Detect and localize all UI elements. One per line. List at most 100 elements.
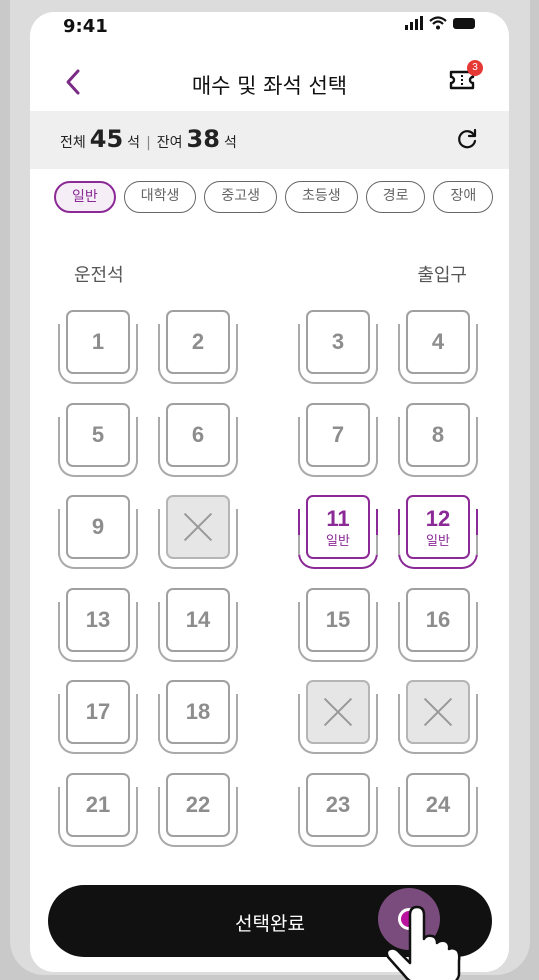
seat-cushion: 14 (166, 587, 230, 652)
seat-15[interactable]: 15 (298, 587, 378, 663)
driver-seat-label: 운전석 (74, 265, 124, 286)
seat-cushion: 6 (166, 402, 230, 467)
total-value: 45 (89, 125, 124, 153)
battery-icon (453, 17, 475, 29)
seat-cushion: 16 (406, 587, 470, 652)
seat-number: 17 (85, 699, 111, 724)
seat-13[interactable]: 13 (58, 587, 138, 663)
seat-20 (398, 680, 478, 755)
seat-cushion: 21 (66, 772, 130, 837)
seat-8[interactable]: 8 (398, 402, 478, 478)
seat-number: 23 (325, 791, 351, 817)
seat-cushion: 18 (166, 680, 230, 744)
entrance-label: 출입구 (417, 265, 467, 286)
seat-number: 2 (191, 329, 205, 354)
signal-icon (405, 16, 423, 30)
seat-cushion: 17 (66, 680, 130, 744)
seat-7[interactable]: 7 (298, 402, 378, 478)
seat-21[interactable]: 21 (58, 772, 138, 848)
seat-9[interactable]: 9 (58, 495, 138, 570)
seat-2[interactable]: 2 (158, 310, 238, 385)
seat-number: 7 (331, 421, 345, 447)
seat-number: 6 (191, 421, 205, 447)
seat-6[interactable]: 6 (158, 402, 238, 478)
remaining-unit: 석 (223, 135, 237, 151)
seat-23[interactable]: 23 (298, 772, 378, 848)
seat-number: 15 (325, 606, 351, 632)
passenger-type-chips: 일반 대학생 중고생 초등생 경로 장애 (54, 181, 509, 215)
seat-cushion: 11 일반 (306, 495, 370, 559)
seat-number: 14 (185, 606, 211, 632)
seat-number: 4 (431, 329, 445, 354)
seat-number: 24 (425, 791, 451, 817)
seat-cushion: 22 (166, 772, 230, 837)
seat-number: 22 (185, 791, 211, 817)
seat-number: 16 (425, 606, 451, 632)
remaining-value: 38 (186, 125, 220, 153)
seat-11[interactable]: 11 일반 (298, 495, 378, 570)
chip-elementary[interactable]: 초등생 (285, 181, 358, 213)
seat-type-label: 일반 (426, 533, 450, 549)
unavailable-x-icon (423, 697, 453, 727)
seat-18[interactable]: 18 (158, 680, 238, 755)
status-bar: 9:41 (30, 12, 509, 40)
seat-number: 12 (425, 505, 451, 531)
seat-number: 21 (85, 791, 111, 817)
seat-cushion: 2 (166, 310, 230, 374)
seat-12[interactable]: 12 일반 (398, 495, 478, 570)
total-unit: 석 (127, 135, 141, 151)
header: 매수 및 좌석 선택 3 (30, 52, 509, 112)
seat-5[interactable]: 5 (58, 402, 138, 478)
status-time: 9:41 (63, 16, 108, 37)
seat-cushion: 15 (306, 587, 370, 652)
wifi-icon (429, 16, 447, 30)
app-screen: 9:41 매수 및 좌석 선택 3 전체 45 석 | 잔여 38 석 일반 대… (30, 12, 509, 972)
unavailable-x-icon (323, 697, 353, 727)
seat-cushion: 1 (66, 310, 130, 374)
seat-number: 5 (91, 421, 105, 447)
seat-cushion: 13 (66, 587, 130, 652)
seat-cushion: 9 (66, 495, 130, 559)
seat-cushion: 4 (406, 310, 470, 374)
seat-14[interactable]: 14 (158, 587, 238, 663)
cart-count-badge: 3 (467, 60, 483, 76)
chip-general[interactable]: 일반 (54, 181, 116, 213)
seat-summary-bar: 전체 45 석 | 잔여 38 석 (30, 111, 509, 169)
pointer-hand-icon (385, 905, 461, 980)
seat-3[interactable]: 3 (298, 310, 378, 385)
seat-24[interactable]: 24 (398, 772, 478, 848)
seat-cushion (406, 680, 470, 744)
seat-1[interactable]: 1 (58, 310, 138, 385)
seat-cushion (166, 495, 230, 559)
seat-16[interactable]: 16 (398, 587, 478, 663)
refresh-button[interactable] (455, 127, 479, 151)
seat-cushion: 24 (406, 772, 470, 837)
refresh-icon (458, 128, 477, 149)
seat-number: 18 (185, 699, 211, 724)
summary-separator: | (146, 135, 151, 151)
seat-number: 13 (85, 606, 111, 632)
seat-cushion (306, 680, 370, 744)
seat-cushion: 5 (66, 402, 130, 467)
seat-cushion: 12 일반 (406, 495, 470, 559)
seat-number: 11 (326, 505, 350, 531)
seat-number: 1 (91, 329, 105, 354)
seat-number: 9 (91, 514, 105, 539)
seat-cushion: 23 (306, 772, 370, 837)
seat-cushion: 7 (306, 402, 370, 467)
status-icons (405, 16, 475, 30)
seat-cushion: 8 (406, 402, 470, 467)
chip-secondary[interactable]: 중고생 (204, 181, 278, 213)
seat-number: 8 (431, 421, 445, 447)
seat-type-label: 일반 (326, 533, 350, 549)
chip-senior[interactable]: 경로 (365, 181, 426, 213)
seat-10 (158, 495, 238, 570)
chip-disabled[interactable]: 장애 (433, 181, 494, 213)
total-label: 전체 (60, 135, 86, 151)
seat-4[interactable]: 4 (398, 310, 478, 385)
seat-22[interactable]: 22 (158, 772, 238, 848)
seat-cushion: 3 (306, 310, 370, 374)
ticket-cart-button[interactable]: 3 (449, 60, 483, 92)
seat-17[interactable]: 17 (58, 680, 138, 755)
chip-university[interactable]: 대학생 (123, 181, 197, 213)
